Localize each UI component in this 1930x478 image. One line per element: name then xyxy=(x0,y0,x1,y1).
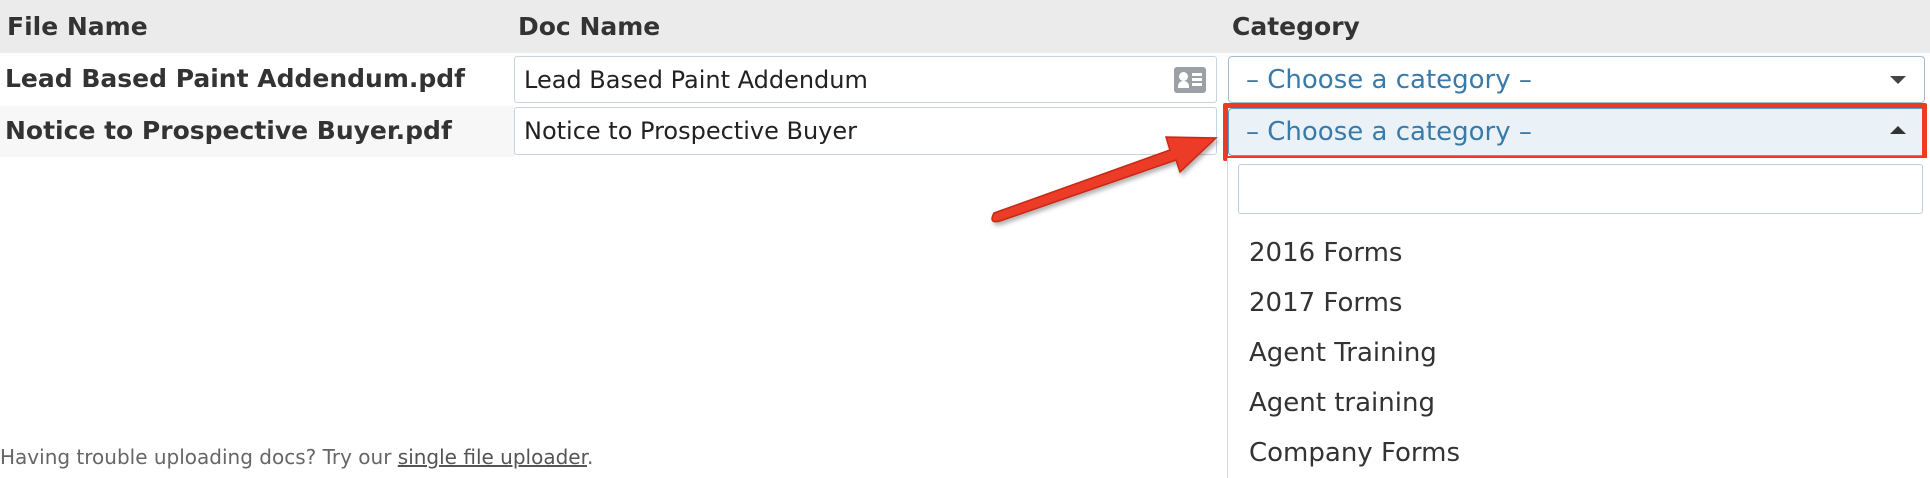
table-header: File Name Doc Name Category xyxy=(0,0,1930,53)
category-option[interactable]: 2016 Forms xyxy=(1228,228,1930,278)
table-row: Notice to Prospective Buyer.pdf xyxy=(0,106,515,157)
category-option[interactable]: Agent training xyxy=(1228,378,1930,428)
category-select[interactable]: – Choose a category – xyxy=(1228,56,1925,103)
chevron-down-icon xyxy=(1890,76,1906,84)
category-dropdown: 2016 Forms 2017 Forms Agent Training Age… xyxy=(1227,158,1930,478)
footer-text: Having trouble uploading docs? Try our xyxy=(0,445,398,469)
category-select-value: – Choose a category – xyxy=(1246,65,1532,95)
header-category: Category xyxy=(1232,12,1360,41)
doc-name-value: Notice to Prospective Buyer xyxy=(524,117,857,145)
annotation-highlight-box xyxy=(1223,103,1927,161)
category-options: 2016 Forms 2017 Forms Agent Training Age… xyxy=(1228,228,1930,478)
category-option[interactable]: 2017 Forms xyxy=(1228,278,1930,328)
category-option[interactable]: Company Forms xyxy=(1228,428,1930,478)
header-doc-name: Doc Name xyxy=(518,12,661,41)
header-file-name: File Name xyxy=(7,12,148,41)
footer-help-text: Having trouble uploading docs? Try our s… xyxy=(0,445,593,469)
file-name-cell: Notice to Prospective Buyer.pdf xyxy=(5,116,452,145)
upload-docs-page: File Name Doc Name Category Lead Based P… xyxy=(0,0,1930,478)
contact-card-icon[interactable] xyxy=(1174,67,1206,93)
doc-name-value: Lead Based Paint Addendum xyxy=(524,66,868,94)
category-search-input[interactable] xyxy=(1238,164,1923,214)
annotation-arrow-icon xyxy=(991,136,1218,223)
single-file-uploader-link[interactable]: single file uploader xyxy=(398,445,587,469)
doc-name-input[interactable]: Lead Based Paint Addendum xyxy=(514,56,1217,103)
footer-suffix: . xyxy=(586,445,594,469)
category-option[interactable]: Agent Training xyxy=(1228,328,1930,378)
file-name-cell: Lead Based Paint Addendum.pdf xyxy=(5,64,466,93)
